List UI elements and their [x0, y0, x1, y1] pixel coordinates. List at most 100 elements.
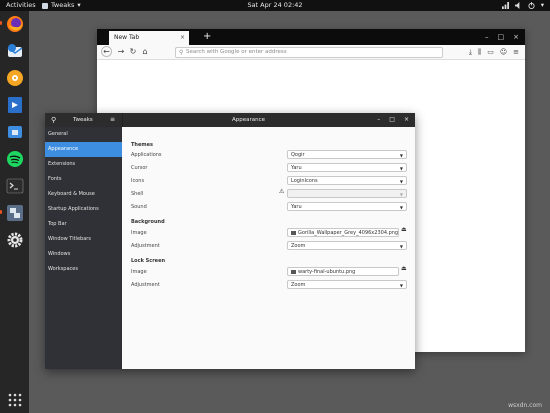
sound-theme-select[interactable]: Yaru ▼: [287, 202, 407, 211]
sidebar-item-top-bar[interactable]: Top Bar: [45, 217, 122, 232]
eject-icon[interactable]: ⏏: [401, 265, 407, 272]
spotify-icon: [6, 150, 23, 167]
section-themes-heading: Themes: [131, 142, 153, 148]
lockscreen-adjustment-select[interactable]: Zoom ▼: [287, 280, 407, 289]
dock-files[interactable]: [4, 121, 25, 142]
section-background-heading: Background: [131, 219, 165, 225]
reload-icon[interactable]: ↻: [127, 46, 139, 58]
sound-theme-value: Yaru: [291, 204, 302, 210]
show-applications-icon: [8, 393, 21, 406]
libreoffice-icon: [7, 96, 22, 113]
lockscreen-image-chooser[interactable]: warty-final-ubuntu.png: [287, 267, 399, 276]
sidebar-item-general[interactable]: General: [45, 127, 122, 142]
power-icon: [528, 2, 535, 9]
cursor-label: Cursor: [131, 165, 148, 171]
shell-label: Shell: [131, 191, 144, 197]
dock: [0, 11, 29, 413]
lockscreen-adjustment-value: Zoom: [291, 282, 306, 288]
window-controls: – □ ×: [485, 29, 519, 45]
chevron-down-icon: ▼: [399, 244, 403, 249]
search-icon: ⚲: [179, 49, 184, 56]
applications-label: Applications: [131, 152, 162, 158]
account-icon[interactable]: ☺: [500, 46, 507, 58]
sound-label: Sound: [131, 204, 147, 210]
background-adjustment-label: Adjustment: [131, 243, 160, 249]
tweaks-sidebar: General Appearance Extensions Fonts Keyb…: [45, 127, 122, 369]
dock-libreoffice[interactable]: [4, 94, 25, 115]
applications-theme-select[interactable]: Qogir ▼: [287, 150, 407, 159]
back-arrow-icon[interactable]: ←: [101, 46, 112, 57]
background-image-label: Image: [131, 230, 147, 236]
chevron-down-icon: ▼: [399, 153, 403, 158]
chevron-down-icon: ▼: [399, 205, 403, 210]
chevron-down-icon: ▾: [540, 1, 544, 9]
hamburger-menu-icon[interactable]: ≡: [110, 113, 115, 127]
chevron-down-icon: ▼: [399, 192, 403, 197]
dock-tweaks[interactable]: [0, 202, 25, 223]
download-icon[interactable]: ⤓: [469, 46, 472, 58]
maximize-icon[interactable]: □: [498, 29, 505, 45]
image-file-icon: [291, 270, 296, 274]
chevron-down-icon: ▼: [399, 166, 403, 171]
watermark: wsxdn.com: [508, 402, 542, 409]
clock[interactable]: Sat Apr 24 02:42: [0, 0, 550, 11]
sidebar-item-fonts[interactable]: Fonts: [45, 172, 122, 187]
minimize-icon[interactable]: –: [485, 29, 489, 45]
dock-settings[interactable]: [4, 229, 25, 250]
files-icon: [7, 125, 22, 138]
rhythmbox-icon: [6, 69, 23, 86]
window-controls: – □ ×: [377, 113, 409, 127]
icons-theme-select[interactable]: LoginIcons ▼: [287, 176, 407, 185]
sidebar-item-windows[interactable]: Windows: [45, 247, 122, 262]
dock-thunderbird[interactable]: [4, 40, 25, 61]
sidebar-item-appearance[interactable]: Appearance: [45, 142, 122, 157]
dock-show-applications[interactable]: [4, 389, 25, 410]
sidebar-item-window-titlebars[interactable]: Window Titlebars: [45, 232, 122, 247]
lockscreen-image-value: warty-final-ubuntu.png: [298, 269, 356, 275]
tweaks-icon: [6, 204, 23, 221]
system-tray[interactable]: ▾: [501, 0, 544, 11]
nav-bar: ← → ↻ ⌂ ⚲ Search with Google or enter ad…: [97, 45, 525, 60]
sidebar-item-extensions[interactable]: Extensions: [45, 157, 122, 172]
appearance-panel: Themes Applications Qogir ▼ Cursor Yaru …: [122, 127, 415, 369]
background-adjustment-value: Zoom: [291, 243, 306, 249]
network-icon: [501, 2, 509, 9]
tab-new-tab[interactable]: New Tab ×: [109, 31, 189, 45]
close-icon[interactable]: ×: [404, 113, 409, 127]
section-lockscreen-heading: Lock Screen: [131, 258, 166, 264]
cursor-theme-select[interactable]: Yaru ▼: [287, 163, 407, 172]
tab-bar: New Tab × + – □ ×: [97, 29, 525, 45]
page-title: Appearance: [231, 117, 266, 123]
sidebar-item-workspaces[interactable]: Workspaces: [45, 262, 122, 277]
dock-rhythmbox[interactable]: [4, 67, 25, 88]
sidebar-title: Tweaks: [73, 117, 93, 123]
background-image-chooser[interactable]: Gorilla_Wallpaper_Grey_4096x2304.png: [287, 228, 399, 237]
new-tab-button[interactable]: +: [203, 30, 211, 44]
url-placeholder: Search with Google or enter address: [186, 49, 287, 55]
search-icon[interactable]: ⚲: [51, 115, 56, 125]
sidebar-item-startup-applications[interactable]: Startup Applications: [45, 202, 122, 217]
settings-icon: [7, 232, 22, 247]
minimize-icon[interactable]: –: [377, 113, 380, 127]
url-bar[interactable]: ⚲ Search with Google or enter address: [175, 47, 443, 58]
background-image-value: Gorilla_Wallpaper_Grey_4096x2304.png: [298, 230, 399, 236]
dock-terminal[interactable]: [4, 175, 25, 196]
hamburger-menu-icon[interactable]: ≡: [513, 46, 519, 58]
dock-spotify[interactable]: [4, 148, 25, 169]
background-adjustment-select[interactable]: Zoom ▼: [287, 241, 407, 250]
home-icon[interactable]: ⌂: [139, 46, 151, 58]
icons-label: Icons: [131, 178, 145, 184]
close-tab-icon[interactable]: ×: [180, 31, 185, 45]
sidebar-item-keyboard-mouse[interactable]: Keyboard & Mouse: [45, 187, 122, 202]
tweaks-window: ⚲ Tweaks ≡ Appearance – □ × General Appe…: [45, 113, 415, 369]
close-icon[interactable]: ×: [513, 29, 519, 45]
lockscreen-adjustment-label: Adjustment: [131, 282, 160, 288]
dock-firefox[interactable]: [0, 13, 25, 34]
library-icon[interactable]: ⫼: [478, 46, 481, 58]
sidebar-header: ⚲ Tweaks ≡: [45, 113, 123, 127]
forward-arrow-icon[interactable]: →: [115, 46, 127, 58]
eject-icon[interactable]: ⏏: [401, 226, 407, 233]
warning-icon: ⚠: [279, 188, 285, 195]
maximize-icon[interactable]: □: [389, 113, 395, 127]
sidebar-icon[interactable]: ▭: [487, 46, 494, 58]
